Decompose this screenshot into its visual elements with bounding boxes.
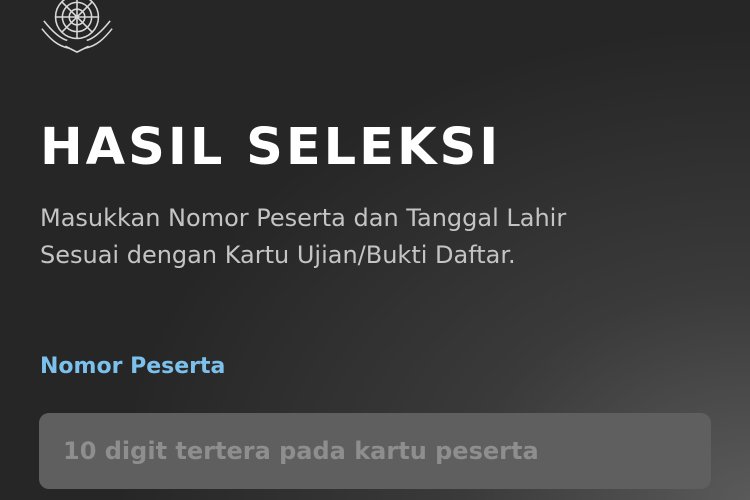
nomor-peserta-input[interactable] bbox=[39, 413, 711, 489]
page-subtitle: Masukkan Nomor Peserta dan Tanggal Lahir… bbox=[40, 200, 720, 274]
subtitle-line-2: Sesuai dengan Kartu Ujian/Bukti Daftar. bbox=[40, 241, 516, 269]
nomor-peserta-label: Nomor Peserta bbox=[40, 354, 226, 379]
university-emblem-icon bbox=[38, 0, 116, 56]
selection-result-screen: HASIL SELEKSI Masukkan Nomor Peserta dan… bbox=[0, 0, 750, 500]
subtitle-line-1: Masukkan Nomor Peserta dan Tanggal Lahir bbox=[40, 204, 567, 232]
page-title: HASIL SELEKSI bbox=[40, 118, 502, 177]
